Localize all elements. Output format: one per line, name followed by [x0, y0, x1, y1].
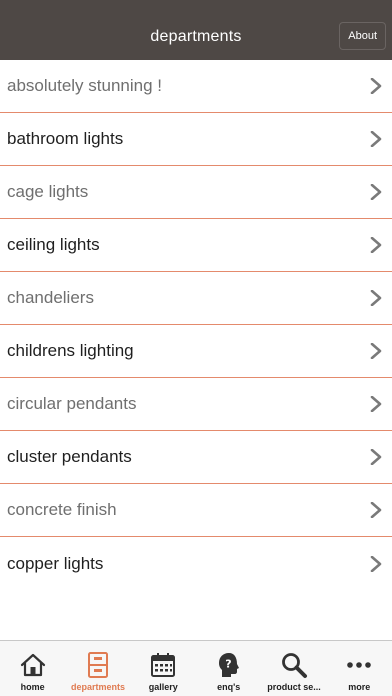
- tab-label: home: [20, 682, 45, 692]
- list-item-label: circular pendants: [7, 394, 137, 413]
- tab-label: product se...: [267, 682, 321, 692]
- svg-text:?: ?: [225, 658, 231, 671]
- tab-label: departments: [70, 682, 125, 692]
- list-item[interactable]: ceiling lights: [0, 219, 392, 272]
- tab-enquiries[interactable]: ? enq's: [196, 641, 261, 696]
- list-item[interactable]: bathroom lights: [0, 113, 392, 166]
- list-item[interactable]: cluster pendants: [0, 431, 392, 484]
- about-button[interactable]: About: [339, 22, 386, 50]
- list-item-label: cage lights: [7, 182, 89, 201]
- list-item[interactable]: circular pendants: [0, 378, 392, 431]
- departments-list: absolutely stunning ! bathroom lights ca…: [0, 60, 392, 590]
- chevron-right-icon: [370, 396, 382, 412]
- list-item[interactable]: copper lights: [0, 537, 392, 590]
- tab-bar: home departments gallery ? enq's product…: [0, 640, 392, 696]
- list-item[interactable]: absolutely stunning !: [0, 60, 392, 113]
- chevron-right-icon: [370, 184, 382, 200]
- tab-more[interactable]: more: [327, 641, 392, 696]
- list-item[interactable]: cage lights: [0, 166, 392, 219]
- list-item[interactable]: concrete finish: [0, 484, 392, 537]
- list-item-label: cluster pendants: [7, 447, 132, 466]
- tab-label: gallery: [148, 682, 178, 692]
- chevron-right-icon: [370, 237, 382, 253]
- chevron-right-icon: [370, 449, 382, 465]
- tab-label: more: [348, 682, 371, 692]
- chevron-right-icon: [370, 502, 382, 518]
- chevron-right-icon: [370, 290, 382, 306]
- tab-gallery[interactable]: gallery: [131, 641, 196, 696]
- list-item[interactable]: childrens lighting: [0, 325, 392, 378]
- question-head-icon: ?: [218, 653, 239, 677]
- chevron-right-icon: [370, 555, 382, 572]
- more-dots-icon: [347, 662, 372, 668]
- nav-bar: departments About: [0, 0, 392, 60]
- list-item-label: chandeliers: [7, 288, 94, 307]
- home-icon: [20, 653, 45, 677]
- list-item-label: childrens lighting: [7, 341, 134, 360]
- chevron-right-icon: [370, 343, 382, 359]
- calendar-icon: [151, 653, 176, 677]
- tab-product-search[interactable]: product se...: [261, 641, 326, 696]
- list-item-label: bathroom lights: [7, 129, 124, 148]
- list-item-label: copper lights: [7, 553, 104, 573]
- tab-home[interactable]: home: [0, 641, 65, 696]
- magnifier-icon: [282, 653, 307, 678]
- cabinet-icon: [87, 652, 108, 678]
- chevron-right-icon: [370, 131, 382, 147]
- tab-label: enq's: [217, 682, 241, 692]
- list-item-label: ceiling lights: [7, 235, 100, 254]
- list-item-label: absolutely stunning !: [7, 76, 162, 95]
- list-item-label: concrete finish: [7, 500, 117, 519]
- chevron-right-icon: [370, 78, 382, 94]
- list-item[interactable]: chandeliers: [0, 272, 392, 325]
- page-title: departments: [150, 28, 242, 45]
- tab-departments[interactable]: departments: [65, 641, 130, 696]
